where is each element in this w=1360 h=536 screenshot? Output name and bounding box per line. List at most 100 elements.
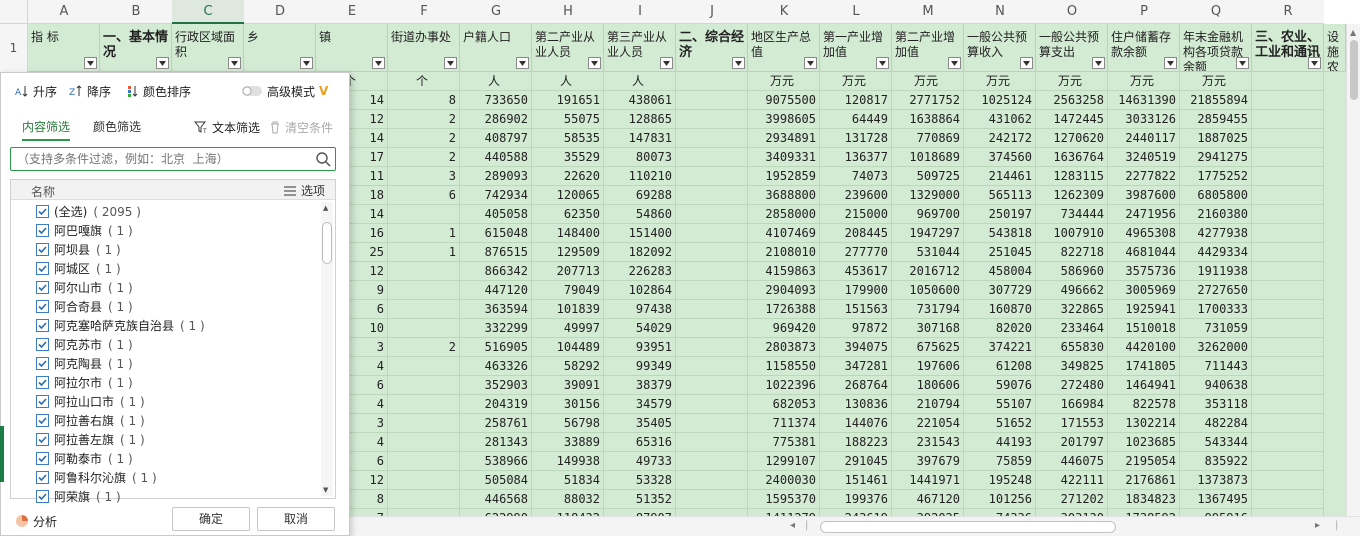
table-cell[interactable] — [388, 262, 460, 281]
header-cell[interactable]: 一、基本情况 — [100, 24, 172, 72]
advanced-mode-toggle[interactable]: 高级模式 V — [241, 81, 328, 101]
table-cell[interactable]: 1025124 — [964, 91, 1036, 110]
table-cell[interactable]: 969700 — [892, 205, 964, 224]
table-cell[interactable]: 55075 — [532, 110, 604, 129]
table-cell[interactable]: 397679 — [892, 452, 964, 471]
filter-dropdown-icon[interactable] — [1164, 57, 1177, 69]
table-cell[interactable] — [676, 452, 748, 471]
table-cell[interactable]: 214461 — [964, 167, 1036, 186]
table-cell[interactable] — [1252, 91, 1324, 110]
table-cell[interactable]: 995916 — [1180, 509, 1252, 516]
table-cell[interactable]: 1262309 — [1036, 186, 1108, 205]
table-cell[interactable] — [676, 205, 748, 224]
table-cell[interactable]: 586960 — [1036, 262, 1108, 281]
checkbox-checked-icon[interactable] — [36, 281, 49, 294]
header-cell[interactable]: 设施农业占地面积 — [1324, 24, 1346, 72]
table-cell[interactable]: 622990 — [460, 509, 532, 516]
table-cell[interactable]: 2858000 — [748, 205, 820, 224]
checkbox-checked-icon[interactable] — [36, 490, 49, 503]
table-cell[interactable]: 332299 — [460, 319, 532, 338]
table-cell[interactable] — [388, 395, 460, 414]
table-cell[interactable]: 3240519 — [1108, 148, 1180, 167]
table-cell[interactable]: 88032 — [532, 490, 604, 509]
table-cell[interactable] — [676, 490, 748, 509]
table-cell[interactable]: 322865 — [1036, 300, 1108, 319]
table-cell[interactable]: 422111 — [1036, 471, 1108, 490]
checkbox-checked-icon[interactable] — [36, 205, 49, 218]
table-cell[interactable]: 866342 — [460, 262, 532, 281]
table-cell[interactable]: 104489 — [532, 338, 604, 357]
table-cell[interactable]: 505084 — [460, 471, 532, 490]
header-cell[interactable]: 镇 — [316, 24, 388, 72]
column-header-F[interactable]: F — [388, 0, 460, 24]
column-header-J[interactable]: J — [676, 0, 748, 24]
filter-list-item[interactable]: 阿荣旗 ( 1 ) — [36, 487, 121, 506]
table-cell[interactable]: 734444 — [1036, 205, 1108, 224]
table-cell[interactable] — [676, 376, 748, 395]
table-cell[interactable]: 69288 — [604, 186, 676, 205]
checkbox-checked-icon[interactable] — [36, 395, 49, 408]
table-cell[interactable]: 408797 — [460, 129, 532, 148]
filter-dropdown-icon[interactable] — [732, 57, 745, 69]
header-cell[interactable]: 乡 — [244, 24, 316, 72]
table-cell[interactable]: 1441971 — [892, 471, 964, 490]
table-cell[interactable]: 4159863 — [748, 262, 820, 281]
filter-list-item[interactable]: 阿坝县 ( 1 ) — [36, 240, 121, 259]
header-cell[interactable]: 街道办事处 — [388, 24, 460, 72]
table-cell[interactable]: 516905 — [460, 338, 532, 357]
table-cell[interactable]: 120817 — [820, 91, 892, 110]
column-header-A[interactable]: A — [28, 0, 100, 24]
table-cell[interactable]: 675625 — [892, 338, 964, 357]
table-cell[interactable]: 4965308 — [1108, 224, 1180, 243]
table-cell[interactable]: 35529 — [532, 148, 604, 167]
table-cell[interactable]: 770869 — [892, 129, 964, 148]
unit-cell[interactable]: 万元 — [1036, 72, 1108, 91]
table-cell[interactable]: 110210 — [604, 167, 676, 186]
table-cell[interactable]: 149938 — [532, 452, 604, 471]
table-cell[interactable]: 210794 — [892, 395, 964, 414]
filter-dropdown-icon[interactable] — [1020, 57, 1033, 69]
filter-dropdown-icon[interactable] — [228, 57, 241, 69]
checkbox-checked-icon[interactable] — [36, 319, 49, 332]
table-cell[interactable]: 75859 — [964, 452, 1036, 471]
search-icon[interactable] — [315, 151, 331, 167]
sort-asc-button[interactable]: A 升序 — [15, 81, 57, 101]
table-cell[interactable]: 239600 — [820, 186, 892, 205]
header-cell[interactable]: 三、农业、工业和通讯 — [1252, 24, 1324, 72]
table-cell[interactable]: 1638864 — [892, 110, 964, 129]
table-cell[interactable]: 1925941 — [1108, 300, 1180, 319]
table-cell[interactable]: 615048 — [460, 224, 532, 243]
header-cell[interactable]: 二、综合经济 — [676, 24, 748, 72]
table-cell[interactable]: 2563258 — [1036, 91, 1108, 110]
table-cell[interactable]: 4277938 — [1180, 224, 1252, 243]
table-cell[interactable]: 179900 — [820, 281, 892, 300]
filter-list-item[interactable]: 阿城区 ( 1 ) — [36, 259, 121, 278]
table-cell[interactable]: 6805800 — [1180, 186, 1252, 205]
table-cell[interactable]: 2 — [388, 110, 460, 129]
table-cell[interactable]: 1050600 — [892, 281, 964, 300]
table-cell[interactable]: 2160380 — [1180, 205, 1252, 224]
vertical-scrollbar[interactable]: ▲ — [1346, 24, 1360, 516]
table-cell[interactable] — [1252, 490, 1324, 509]
table-cell[interactable]: 3987600 — [1108, 186, 1180, 205]
header-cell[interactable]: 第三产业从业人员 — [604, 24, 676, 72]
table-cell[interactable]: 711443 — [1180, 357, 1252, 376]
table-cell[interactable]: 97872 — [820, 319, 892, 338]
table-cell[interactable]: 4107469 — [748, 224, 820, 243]
table-cell[interactable]: 731059 — [1180, 319, 1252, 338]
unit-cell[interactable]: 万元 — [964, 72, 1036, 91]
cancel-button[interactable]: 取消 — [257, 507, 335, 531]
table-cell[interactable] — [1252, 452, 1324, 471]
table-cell[interactable] — [388, 300, 460, 319]
table-cell[interactable]: 171553 — [1036, 414, 1108, 433]
table-cell[interactable]: 58535 — [532, 129, 604, 148]
table-cell[interactable]: 215000 — [820, 205, 892, 224]
table-cell[interactable] — [388, 452, 460, 471]
row-header-1[interactable]: 1 — [0, 24, 28, 72]
table-cell[interactable]: 34579 — [604, 395, 676, 414]
sort-desc-button[interactable]: Z 降序 — [69, 81, 111, 101]
table-cell[interactable]: 1726388 — [748, 300, 820, 319]
table-cell[interactable]: 118432 — [532, 509, 604, 516]
checkbox-checked-icon[interactable] — [36, 414, 49, 427]
table-cell[interactable]: 3262000 — [1180, 338, 1252, 357]
